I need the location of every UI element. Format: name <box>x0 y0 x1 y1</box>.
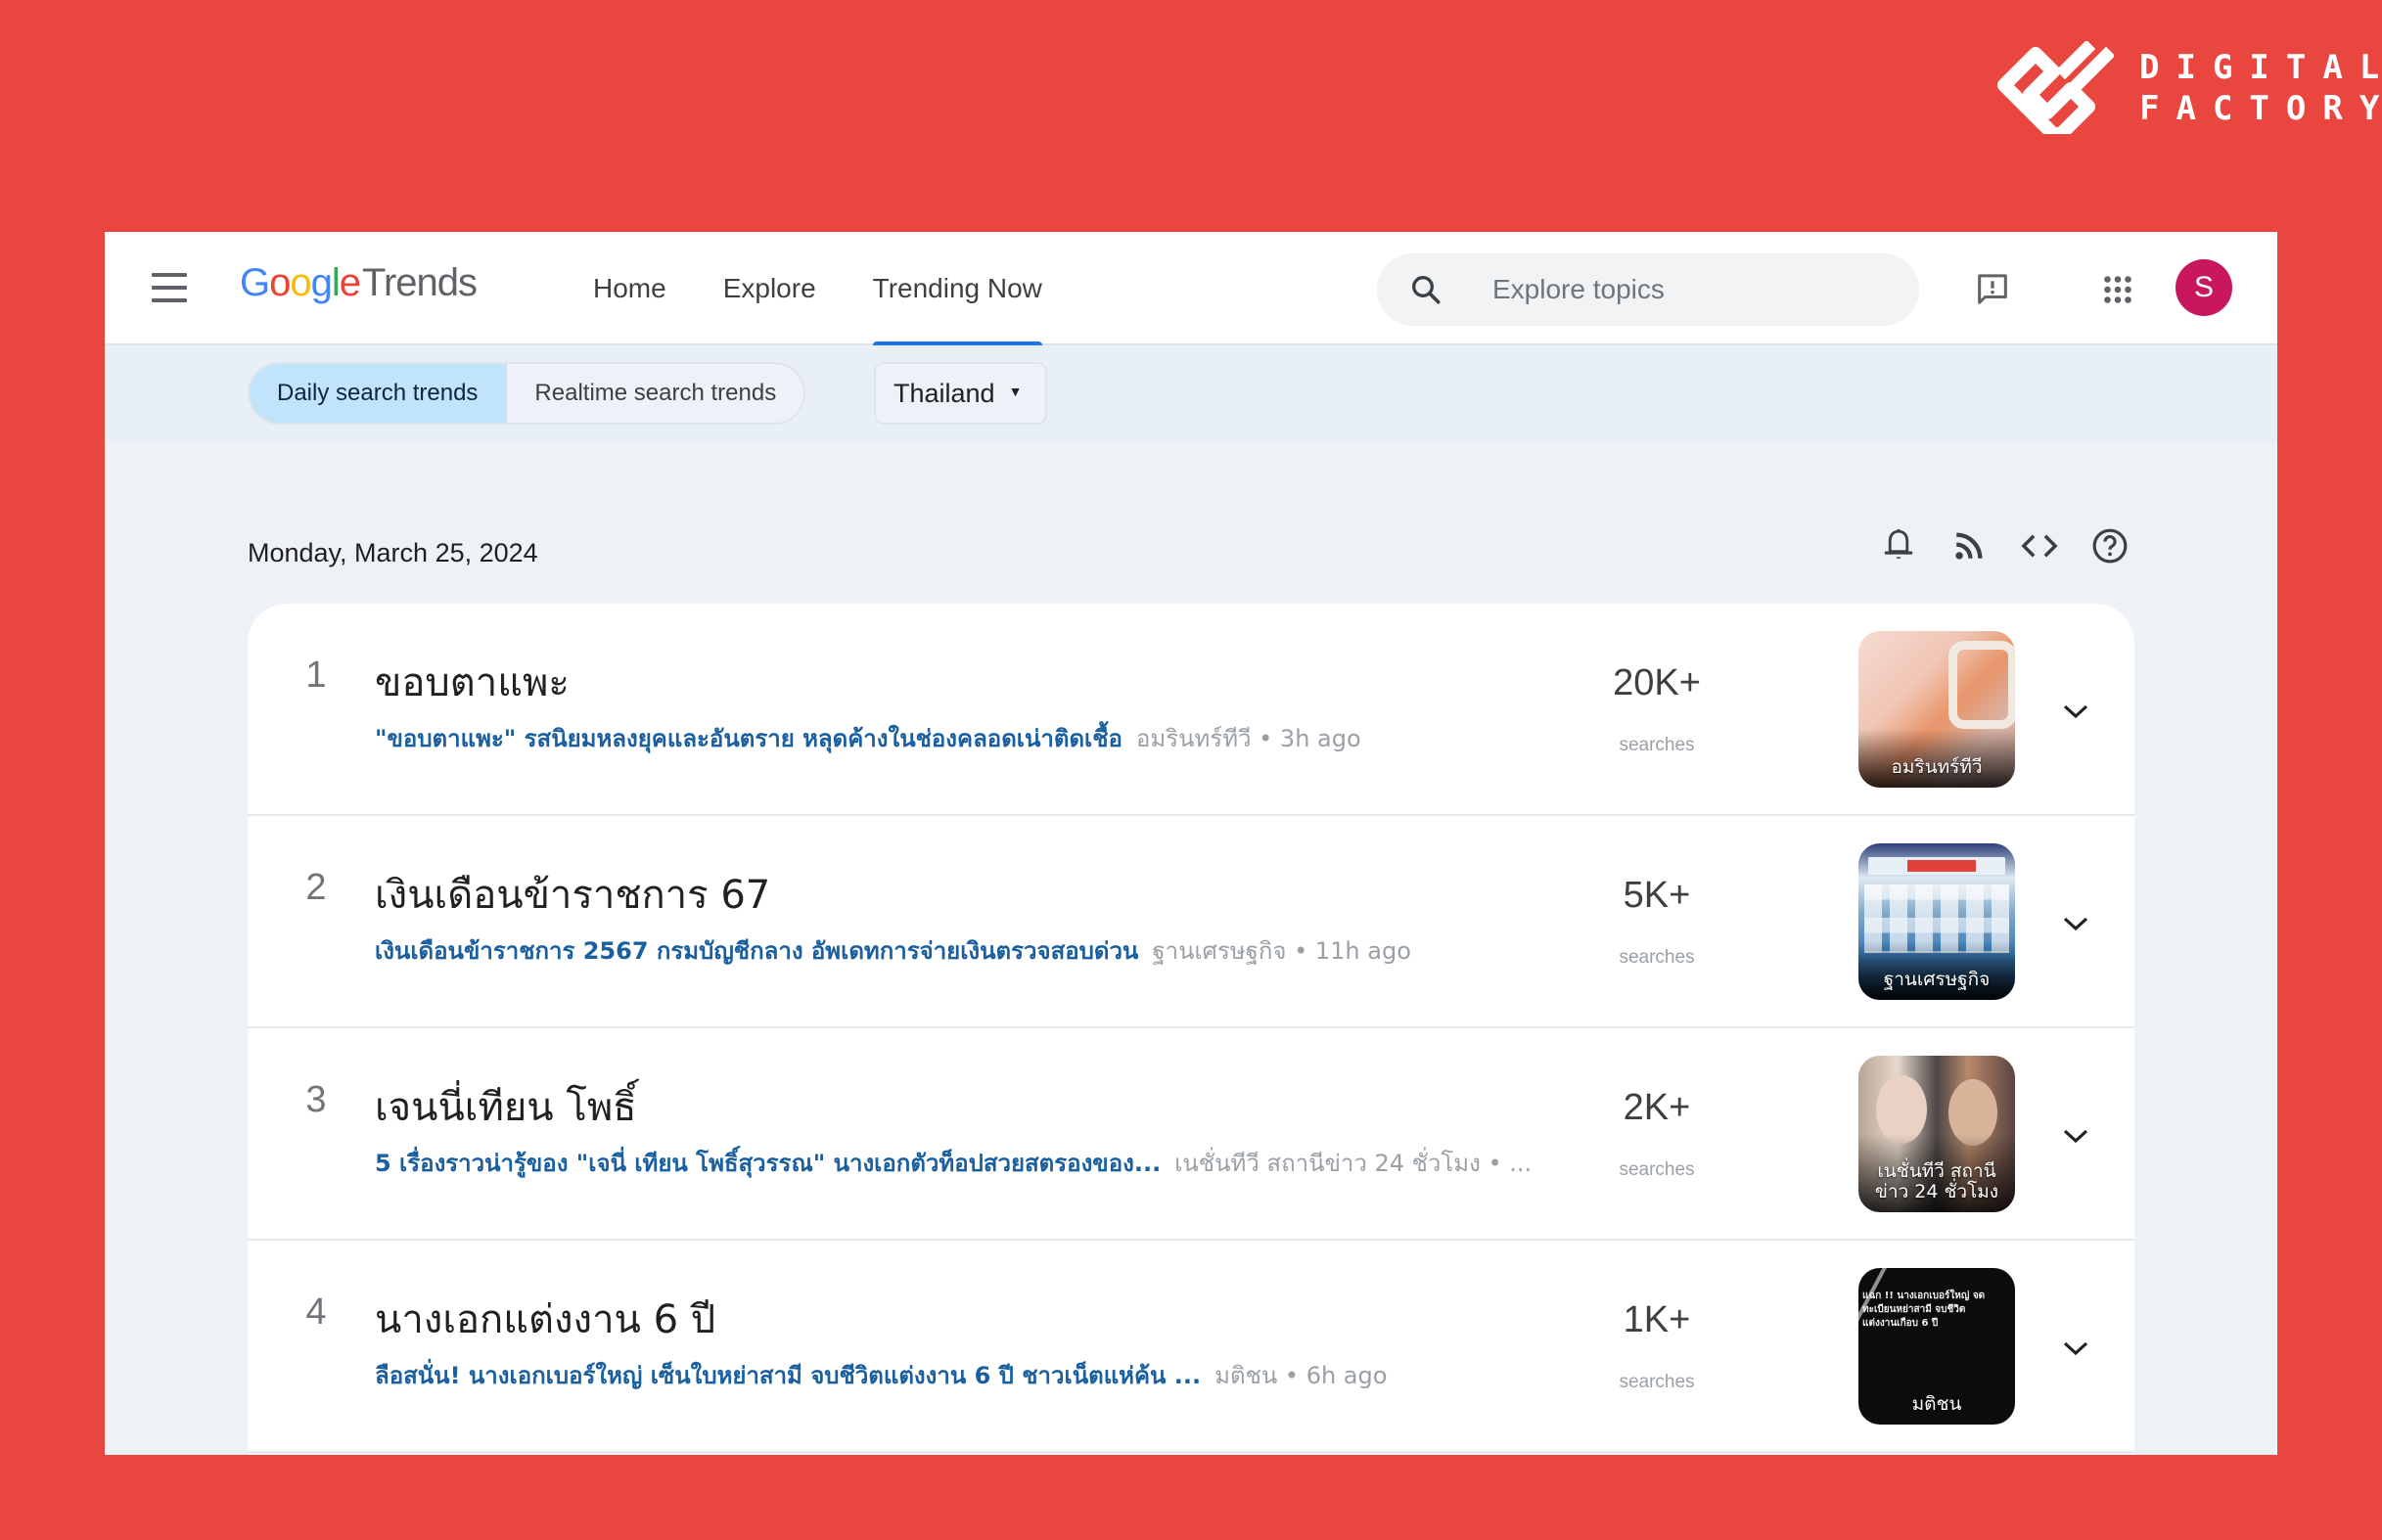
thumbnail-source-caption: เนชั่นทีวี สถานี ข่าว 24 ชั่วโมง <box>1874 1160 1999 1202</box>
brand-line-1: DIGITAL <box>2139 47 2382 87</box>
article-thumbnail[interactable]: อมรินทร์ทีวี <box>1858 631 2015 788</box>
article-meta: ฐานเศรษฐกิจ • 11h ago <box>1152 937 1411 965</box>
trend-title[interactable]: ขอบตาแพะ <box>375 651 570 713</box>
search-count-label: searches <box>1619 735 1695 755</box>
expand-chevron-icon[interactable] <box>2056 904 2095 943</box>
search-icon[interactable] <box>1408 272 1443 307</box>
region-select-value: Thailand <box>893 378 995 408</box>
thumbnail-source-caption: มติชน <box>1911 1393 1962 1415</box>
trend-rank: 3 <box>305 1079 327 1120</box>
search-count-label: searches <box>1619 1372 1695 1392</box>
nav-trending-now[interactable]: Trending Now <box>845 232 1071 347</box>
trend-article: เงินเดือนข้าราชการ 2567 กรมบัญชีกลาง อัพ… <box>375 931 1411 970</box>
tab-daily-search-trends[interactable]: Daily search trends <box>250 364 508 423</box>
article-thumbnail[interactable]: เนชั่นทีวี สถานี ข่าว 24 ชั่วโมง <box>1858 1056 2015 1212</box>
trend-row[interactable]: 3 เจนนี่เทียน โพธิ์ 5 เรื่องราวน่ารู้ของ… <box>248 1028 2134 1241</box>
thumbnail-source-caption: ฐานเศรษฐกิจ <box>1883 969 1991 990</box>
feedback-icon[interactable] <box>1972 269 2013 310</box>
trends-filter-bar: Daily search trends Realtime search tren… <box>105 345 2277 443</box>
search-count-label: searches <box>1619 1159 1695 1180</box>
trend-row[interactable]: 1 ขอบตาแพะ "ขอบตาแพะ" รสนิยมหลงยุคและอัน… <box>248 604 2134 816</box>
rss-feed-icon[interactable] <box>1948 525 1990 566</box>
digital-factory-logo: DIGITAL FACTORY <box>1996 41 2382 134</box>
nav-home[interactable]: Home <box>565 232 695 345</box>
search-count: 20K+ <box>1613 662 1701 703</box>
article-time: 6h ago <box>1306 1362 1388 1389</box>
trending-searches-list: 1 ขอบตาแพะ "ขอบตาแพะ" รสนิยมหลงยุคและอัน… <box>248 604 2134 1455</box>
search-count: 2K+ <box>1623 1087 1691 1128</box>
trend-article: ลือสนั่น! นางเอกเบอร์ใหญ่ เซ็นใบหย่าสามี… <box>375 1356 1387 1394</box>
trend-rank: 4 <box>305 1291 327 1333</box>
thumbnail-source-caption: อมรินทร์ทีวี <box>1891 756 1983 778</box>
article-time: 11h ago <box>1314 937 1411 965</box>
logo-letter: o <box>269 261 291 304</box>
nav-explore[interactable]: Explore <box>695 232 845 345</box>
trend-article: "ขอบตาแพะ" รสนิยมหลงยุคและอันตราย หลุดค้… <box>375 719 1361 757</box>
expand-chevron-icon[interactable] <box>2056 1116 2095 1155</box>
article-headline-link[interactable]: เงินเดือนข้าราชการ 2567 กรมบัญชีกลาง อัพ… <box>375 937 1138 965</box>
trend-rank: 1 <box>305 655 327 696</box>
tab-realtime-search-trends[interactable]: Realtime search trends <box>507 364 803 423</box>
article-thumbnail[interactable]: แฉก !! นางเอกเบอร์ใหญ่ จดทะเบียนหย่าสามี… <box>1858 1268 2015 1425</box>
article-headline-link[interactable]: ลือสนั่น! นางเอกเบอร์ใหญ่ เซ็นใบหย่าสามี… <box>375 1362 1201 1389</box>
dropdown-caret-icon: ▼ <box>1008 384 1023 399</box>
article-meta: เนชั่นทีวี สถานีข่าว 24 ชั่วโมง • ... <box>1174 1150 1533 1177</box>
article-source: ฐานเศรษฐกิจ <box>1152 937 1287 965</box>
apps-grid-icon[interactable] <box>2097 269 2138 310</box>
logo-product-name: Trends <box>362 261 478 304</box>
trend-title[interactable]: เงินเดือนข้าราชการ 67 <box>375 863 770 926</box>
trend-type-toggle: Daily search trends Realtime search tren… <box>248 362 806 425</box>
logo-letter: G <box>240 261 270 304</box>
notifications-bell-icon[interactable] <box>1878 525 1919 566</box>
expand-chevron-icon[interactable] <box>2056 692 2095 731</box>
article-time: 3h ago <box>1279 725 1361 752</box>
search-count-label: searches <box>1619 947 1695 968</box>
top-app-bar: Go o g l e Trends Home Explore Trending Now <box>105 232 2277 347</box>
brand-line-2: FACTORY <box>2139 88 2382 128</box>
trend-article: 5 เรื่องราวน่ารู้ของ "เจนี่ เทียน โพธิ์ส… <box>375 1144 1532 1182</box>
help-icon[interactable] <box>2089 525 2130 566</box>
article-source: อมรินทร์ทีวี <box>1135 725 1252 752</box>
search-input[interactable] <box>1492 274 1884 305</box>
digital-factory-logo-mark-icon <box>1997 41 2114 134</box>
article-source: มติชน <box>1214 1362 1278 1389</box>
article-source: เนชั่นทีวี สถานีข่าว 24 ชั่วโมง <box>1174 1150 1481 1177</box>
trend-row[interactable]: 4 นางเอกแต่งงาน 6 ปี ลือสนั่น! นางเอกเบอ… <box>248 1241 2134 1453</box>
article-time: ... <box>1509 1150 1533 1177</box>
search-count: 1K+ <box>1623 1299 1691 1340</box>
hamburger-menu-icon[interactable] <box>152 273 187 302</box>
google-trends-logo[interactable]: Go o g l e Trends <box>240 261 478 316</box>
trends-date: Monday, March 25, 2024 <box>248 538 538 567</box>
thumbnail-overlay-text: แฉก !! นางเอกเบอร์ใหญ่ จดทะเบียนหย่าสามี… <box>1862 1291 1986 1329</box>
trend-title[interactable]: นางเอกแต่งงาน 6 ปี <box>375 1288 715 1350</box>
trend-row[interactable]: 2 เงินเดือนข้าราชการ 67 เงินเดือนข้าราชก… <box>248 816 2134 1028</box>
article-meta: มติชน • 6h ago <box>1214 1362 1388 1389</box>
logo-letter: o <box>290 261 311 304</box>
search-count: 5K+ <box>1623 875 1691 916</box>
google-trends-window: Go o g l e Trends Home Explore Trending Now <box>105 232 2277 1455</box>
search-box[interactable] <box>1377 253 1919 326</box>
logo-letter: e <box>339 261 361 304</box>
logo-letter: g <box>310 261 333 304</box>
embed-code-icon[interactable] <box>2019 525 2060 566</box>
article-meta: อมรินทร์ทีวี • 3h ago <box>1135 725 1361 752</box>
logo-letter: l <box>331 261 341 304</box>
article-headline-link[interactable]: "ขอบตาแพะ" รสนิยมหลงยุคและอันตราย หลุดค้… <box>375 725 1122 752</box>
list-tools <box>1878 525 2130 566</box>
article-headline-link[interactable]: 5 เรื่องราวน่ารู้ของ "เจนี่ เทียน โพธิ์ส… <box>375 1150 1161 1177</box>
region-select[interactable]: Thailand ▼ <box>874 362 1048 425</box>
trend-rank: 2 <box>305 867 327 908</box>
main-nav: Home Explore Trending Now <box>565 232 1071 347</box>
expand-chevron-icon[interactable] <box>2056 1329 2095 1368</box>
article-thumbnail[interactable]: ฐานเศรษฐกิจ <box>1858 843 2015 1000</box>
trend-title[interactable]: เจนนี่เทียน โพธิ์ <box>375 1075 637 1138</box>
user-avatar[interactable]: S <box>2176 259 2232 316</box>
